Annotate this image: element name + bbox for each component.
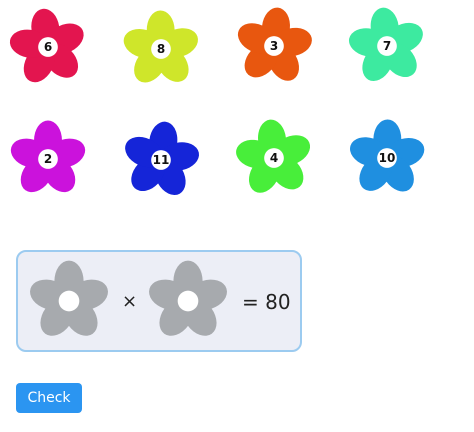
flower-icon [237,7,312,81]
flower-tile[interactable]: 6 [7,6,89,88]
empty-flower-slot-icon [30,260,108,336]
flower-icon [125,121,200,195]
flower-icon [348,7,423,81]
flower-icon [9,8,84,83]
flower-icon [350,119,425,192]
flower-tile[interactable]: 4 [233,117,315,199]
flower-icon [123,10,198,83]
flower-tile[interactable]: 11 [120,119,202,201]
check-button[interactable]: Check [16,383,82,413]
flower-tile[interactable]: 2 [7,118,89,200]
flower-icon [236,119,311,193]
flower-tile[interactable]: 8 [120,8,202,90]
flower-grid: 6 8 3 7 2 11 4 10 [0,0,474,220]
factor-slot-2[interactable] [145,258,231,344]
flower-tile[interactable]: 10 [346,117,428,199]
factor-slot-1[interactable] [26,258,112,344]
multiply-operator: × [122,291,138,312]
equation-result: = 80 [242,290,291,314]
empty-flower-slot-icon [149,260,227,336]
flower-tile[interactable]: 3 [233,5,315,87]
flower-tile[interactable]: 7 [346,5,428,87]
equation-box: × = 80 [16,250,302,352]
flower-icon [10,120,86,193]
